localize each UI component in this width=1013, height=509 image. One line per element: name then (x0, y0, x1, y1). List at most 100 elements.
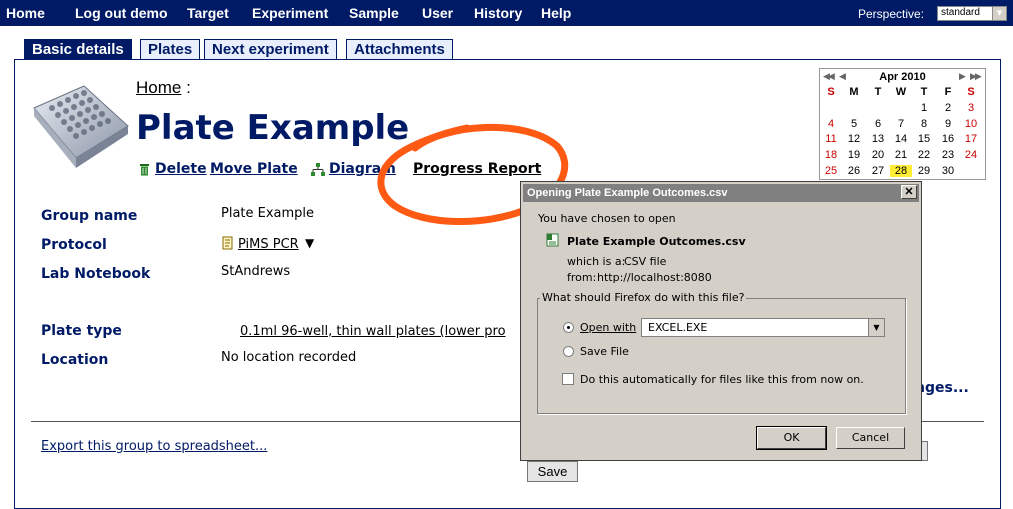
dialog-titlebar[interactable]: Opening Plate Example Outcomes.csv (523, 184, 919, 202)
calendar-day[interactable]: 13 (867, 133, 889, 145)
calendar-day[interactable]: 4 (820, 118, 842, 130)
save-file-radio[interactable] (563, 346, 574, 357)
calendar-day[interactable]: 29 (913, 165, 935, 177)
calendar-day[interactable]: 15 (913, 133, 935, 145)
dialog-intro: You have chosen to open (538, 212, 676, 225)
close-icon: ✕ (904, 186, 914, 198)
calendar-day[interactable]: 23 (937, 149, 959, 161)
calendar-day[interactable]: 2 (937, 102, 959, 114)
export-spreadsheet-link[interactable]: Export this group to spreadsheet... (41, 439, 267, 454)
plate-type-link[interactable]: 0.1ml 96-well, thin wall plates (lower p… (240, 324, 506, 339)
nav-item-user[interactable]: User (422, 5, 453, 21)
ok-button[interactable]: OK (756, 426, 827, 450)
calendar-day[interactable]: 3 (960, 102, 982, 114)
protocol-link[interactable]: PiMS PCR (238, 237, 299, 252)
tab-plates[interactable]: Plates (140, 39, 201, 59)
diagram-icon[interactable] (310, 162, 326, 177)
calendar-day[interactable]: 22 (913, 149, 935, 161)
changes-link[interactable]: nges... (915, 380, 969, 396)
calendar-header: ◀◀ ◀ Apr 2010 ▶ ▶▶ (820, 70, 985, 84)
calendar-day[interactable]: 18 (820, 149, 842, 161)
calendar-day[interactable]: 9 (937, 118, 959, 130)
calendar-day[interactable]: 30 (937, 165, 959, 177)
breadcrumb-home-link[interactable]: Home (136, 78, 181, 97)
next-year-icon[interactable]: ▶▶ (970, 71, 982, 82)
calendar-day[interactable]: 11 (820, 133, 842, 145)
calendar-day[interactable]: 10 (960, 118, 982, 130)
tab-basic-details[interactable]: Basic details (24, 39, 132, 59)
top-nav-bar: Home Log out demo Target Experiment Samp… (0, 0, 1013, 26)
calendar-day[interactable]: 20 (867, 149, 889, 161)
perspective-value: standard (941, 7, 980, 18)
dialog-from-label: from: (567, 271, 597, 284)
breadcrumb: Home : (136, 78, 191, 98)
perspective-label: Perspective: (858, 7, 925, 21)
calendar-day[interactable]: 1 (913, 102, 935, 114)
calendar-day[interactable]: 27 (867, 165, 889, 177)
calendar-weekday: S (967, 86, 975, 98)
calendar: ◀◀ ◀ Apr 2010 ▶ ▶▶ S M T W T F S 1 2 3 4 5 6 7 8 9 10 11 1… (819, 68, 986, 180)
nav-item-sample[interactable]: Sample (349, 5, 399, 21)
calendar-day[interactable]: 12 (843, 133, 865, 145)
dialog-which-is-label: which is a: (567, 255, 626, 268)
open-with-radio[interactable] (563, 322, 574, 333)
nav-item-experiment[interactable]: Experiment (252, 5, 328, 21)
nav-item-history[interactable]: History (474, 5, 522, 21)
perspective-select[interactable]: standard ▼ (937, 6, 1007, 21)
nav-item-home[interactable]: Home (6, 5, 45, 21)
dialog-close-button[interactable]: ✕ (901, 185, 917, 199)
save-button[interactable]: Save (527, 461, 578, 482)
calendar-day[interactable]: 21 (890, 149, 912, 161)
next-month-icon[interactable]: ▶ (959, 71, 966, 82)
calendar-weekday: F (944, 86, 952, 98)
protocol-label: Protocol (41, 237, 107, 253)
cancel-button[interactable]: Cancel (836, 427, 905, 449)
calendar-day[interactable]: 24 (960, 149, 982, 161)
group-name-label: Group name (41, 208, 138, 224)
move-plate-link[interactable]: Move Plate (210, 161, 298, 177)
auto-action-checkbox[interactable] (562, 373, 574, 385)
dialog-filename: Plate Example Outcomes.csv (567, 235, 746, 248)
lab-notebook-value: StAndrews (221, 264, 291, 279)
csv-file-icon (546, 233, 559, 247)
calendar-day[interactable]: 16 (937, 133, 959, 145)
calendar-day[interactable]: 7 (890, 118, 912, 130)
open-with-app-select[interactable]: EXCEL.EXE ▼ (641, 318, 885, 337)
chevron-down-icon[interactable]: ▼ (868, 319, 884, 336)
dialog-which-is-value: CSV file (624, 255, 667, 268)
lab-notebook-label: Lab Notebook (41, 266, 151, 282)
breadcrumb-separator: : (186, 78, 191, 97)
group-name-value: Plate Example (221, 206, 315, 221)
calendar-day[interactable]: 26 (843, 165, 865, 177)
trash-icon[interactable] (139, 163, 150, 176)
calendar-weekday: M (849, 86, 859, 98)
tab-next-experiment[interactable]: Next experiment (204, 39, 337, 59)
nav-item-help[interactable]: Help (541, 5, 571, 21)
dialog-from-value: http://localhost:8080 (597, 271, 712, 284)
save-file-label[interactable]: Save File (580, 345, 629, 358)
calendar-weekday: S (827, 86, 835, 98)
open-with-label[interactable]: Open with (580, 321, 636, 334)
tab-attachments[interactable]: Attachments (346, 39, 453, 59)
chevron-down-icon[interactable]: ▼ (992, 7, 1006, 20)
plate-type-label: Plate type (41, 323, 122, 339)
calendar-day[interactable]: 5 (843, 118, 865, 130)
delete-link[interactable]: Delete (155, 161, 207, 177)
auto-action-label[interactable]: Do this automatically for files like thi… (580, 373, 864, 386)
calendar-weekday: W (895, 86, 907, 98)
calendar-day[interactable]: 19 (843, 149, 865, 161)
nav-item-target[interactable]: Target (187, 5, 229, 21)
plate-image (33, 85, 129, 168)
calendar-day-today[interactable]: 28 (890, 165, 912, 177)
calendar-day[interactable]: 8 (913, 118, 935, 130)
nav-item-logout[interactable]: Log out demo (75, 5, 168, 21)
page-title: Plate Example (136, 108, 410, 148)
calendar-day[interactable]: 25 (820, 165, 842, 177)
calendar-day[interactable]: 6 (867, 118, 889, 130)
protocol-dropdown-icon[interactable]: ▼ (305, 236, 314, 250)
protocol-icon (222, 236, 233, 250)
calendar-day[interactable]: 17 (960, 133, 982, 145)
calendar-day[interactable]: 14 (890, 133, 912, 145)
open-with-app-value: EXCEL.EXE (648, 321, 708, 334)
dialog-group-title: What should Firefox do with this file? (540, 291, 747, 304)
